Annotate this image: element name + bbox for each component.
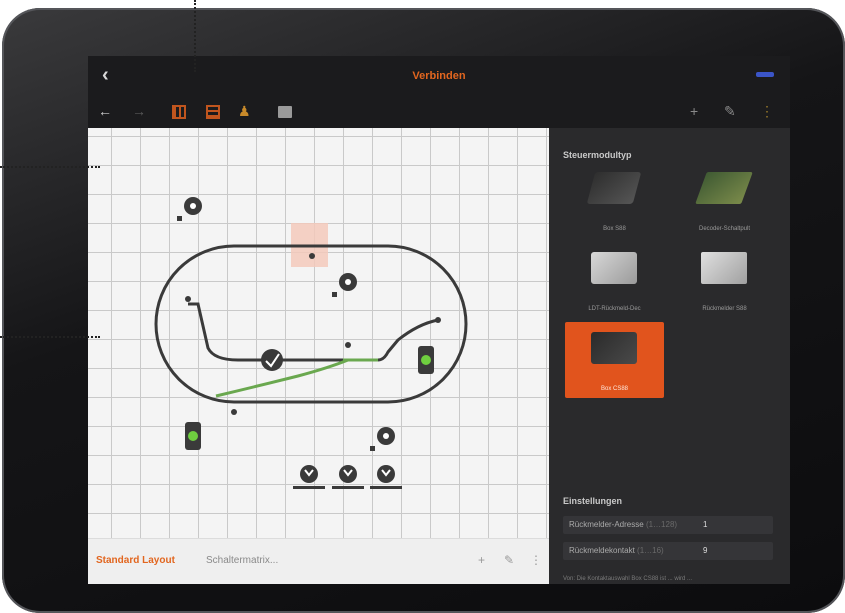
grid-icon[interactable] <box>172 105 186 119</box>
setting-value[interactable]: 9 <box>703 546 707 555</box>
setting-row[interactable]: Rückmelder-Adresse (1…128) 1 <box>563 516 773 534</box>
turnout-icon[interactable] <box>261 349 283 371</box>
callout-line <box>0 336 100 338</box>
device-icon <box>591 332 637 364</box>
decoupler-icon[interactable] <box>293 465 325 489</box>
module-card[interactable]: Box S88 <box>565 162 664 238</box>
plus-icon[interactable]: + <box>690 103 698 119</box>
module-type-title: Steuermodultyp <box>563 150 632 160</box>
app-screen: ‹ Verbinden ← → ♟ + ✎ ⋮ Standard Layout … <box>88 56 790 584</box>
layout-canvas[interactable] <box>88 128 549 538</box>
device-icon <box>701 252 747 284</box>
arrow-left-icon[interactable]: ← <box>98 103 112 119</box>
setting-label: Rückmelder-Adresse (1…128) <box>569 520 678 529</box>
module-label: Decoder-Schaltpult <box>698 226 751 232</box>
more-icon[interactable]: ⋮ <box>760 103 774 119</box>
signal-icon[interactable] <box>370 427 395 451</box>
more-icon[interactable]: ⋮ <box>530 553 542 567</box>
tablet-frame: ‹ Verbinden ← → ♟ + ✎ ⋮ Standard Layout … <box>2 8 845 613</box>
green-crossover <box>215 358 349 398</box>
properties-panel: Steuermodultyp Box S88 Decoder-Schaltpul… <box>549 128 790 584</box>
setting-row[interactable]: Rückmeldekontakt (1…16) 9 <box>563 542 773 560</box>
siding-track-right <box>266 318 439 362</box>
decoupler-icon[interactable] <box>370 465 402 489</box>
callout-line <box>194 0 196 72</box>
siding-track-left <box>188 302 266 362</box>
signal-icon[interactable] <box>177 197 202 221</box>
setting-label: Rückmeldekontakt (1…16) <box>569 546 664 555</box>
setting-value[interactable]: 1 <box>703 520 707 529</box>
toolbar: ← → ♟ + ✎ ⋮ <box>88 96 790 128</box>
signal-icon[interactable] <box>332 273 357 297</box>
callout-line <box>0 166 100 168</box>
settings-title: Einstellungen <box>563 496 623 506</box>
tab-standard-layout[interactable]: Standard Layout <box>96 555 175 566</box>
buffer-stop <box>435 317 441 323</box>
image-icon[interactable] <box>278 106 292 118</box>
grid-edit-icon[interactable] <box>206 105 220 119</box>
contact-point <box>345 342 351 348</box>
tab-schaltermatrix[interactable]: Schaltermatrix... <box>206 555 278 566</box>
pencil-icon[interactable]: ✎ <box>504 553 514 567</box>
device-icon <box>586 172 642 204</box>
module-card[interactable]: Decoder-Schaltpult <box>675 162 774 238</box>
traffic-light-icon[interactable] <box>418 346 434 374</box>
pencil-icon[interactable]: ✎ <box>724 103 736 119</box>
module-card-selected[interactable]: Box CS88 <box>565 322 664 398</box>
person-icon[interactable]: ♟ <box>238 103 251 119</box>
module-card[interactable]: LDT-Rückmeld-Dec <box>565 242 664 318</box>
decoupler-icon[interactable] <box>332 465 364 489</box>
settings-note: Von: Die Kontaktauswahl Box CS88 ist ...… <box>563 576 693 582</box>
contact-point <box>309 253 315 259</box>
module-label: Box S88 <box>603 226 626 232</box>
module-label: Rückmelder S88 <box>702 306 747 312</box>
module-label: Box CS88 <box>600 386 628 392</box>
plus-icon[interactable]: + <box>478 553 485 567</box>
bottom-bar: Standard Layout Schaltermatrix... + ✎ ⋮ <box>88 538 549 584</box>
device-icon <box>695 172 753 204</box>
contact-point <box>231 409 237 415</box>
buffer-stop <box>185 296 191 302</box>
module-label: LDT-Rückmeld-Dec <box>588 306 641 312</box>
arrow-right-icon[interactable]: → <box>132 103 146 119</box>
module-card[interactable]: Rückmelder S88 <box>675 242 774 318</box>
device-icon <box>591 252 637 284</box>
traffic-light-icon[interactable] <box>185 422 201 450</box>
track-layout[interactable] <box>88 128 549 538</box>
status-indicator <box>756 72 774 77</box>
